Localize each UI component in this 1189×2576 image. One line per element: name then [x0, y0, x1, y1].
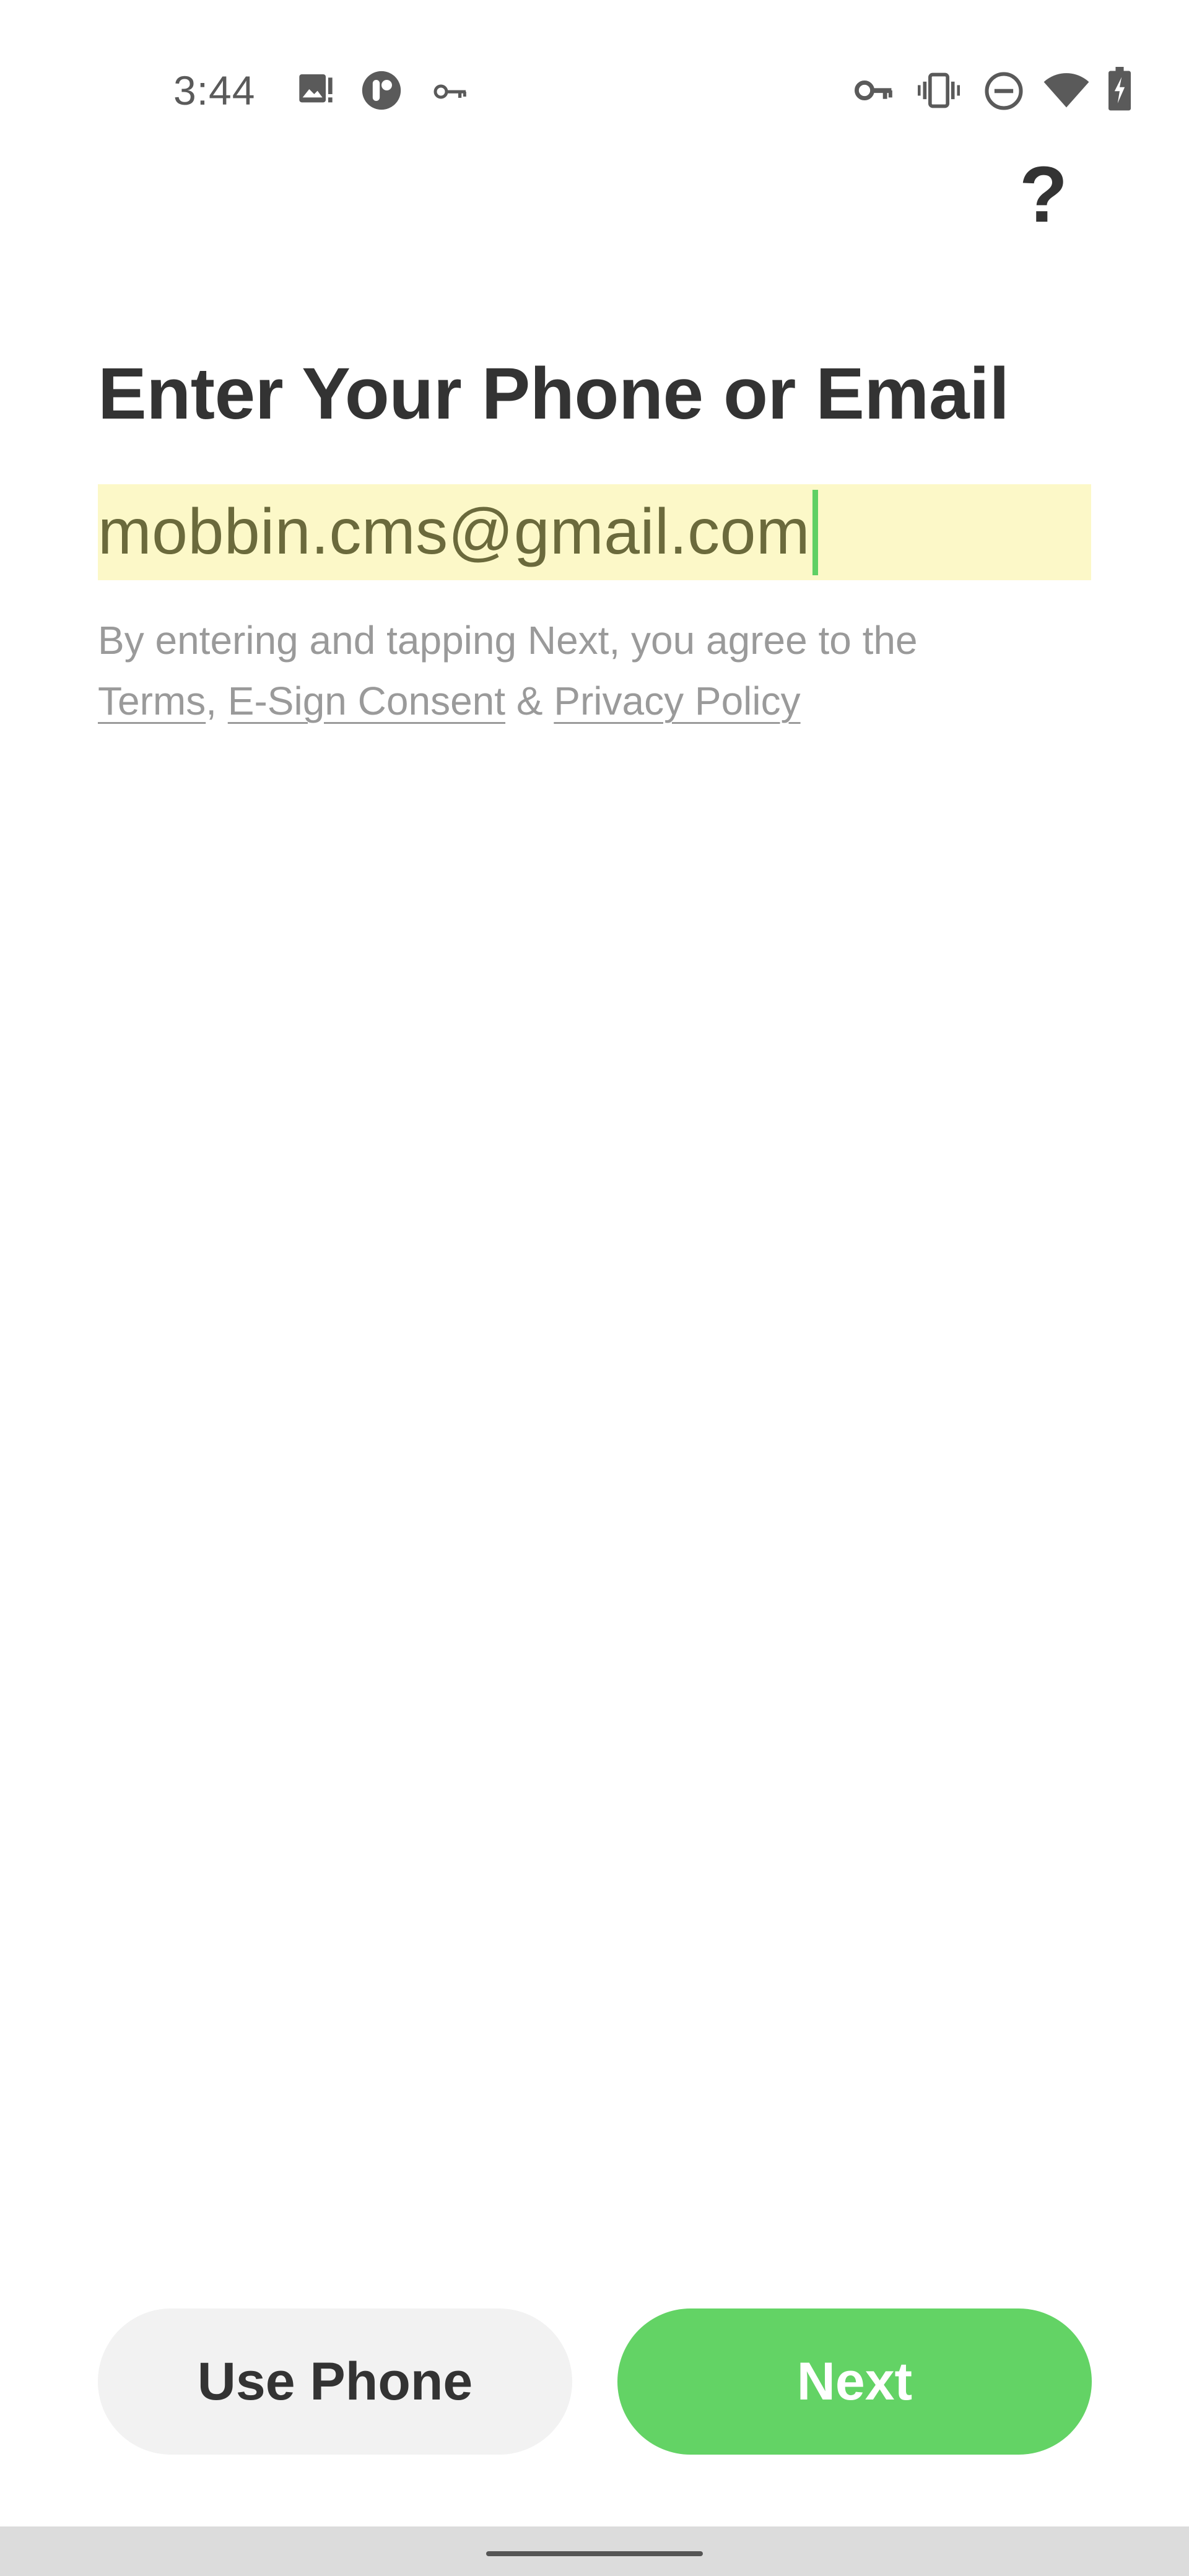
do-not-disturb-icon — [983, 71, 1024, 114]
privacy-policy-link[interactable]: Privacy Policy — [554, 679, 800, 723]
status-time: 3:44 — [173, 67, 256, 113]
terms-link[interactable]: Terms — [98, 679, 206, 723]
key-icon — [433, 80, 468, 124]
vpn-key-icon — [855, 76, 894, 119]
home-gesture-handle[interactable] — [486, 2551, 703, 2556]
app-circle-icon — [360, 69, 403, 113]
image-alert-icon — [296, 69, 336, 113]
wifi-icon — [1043, 69, 1090, 113]
navigation-bar — [0, 2526, 1189, 2576]
help-button[interactable]: ? — [1016, 155, 1071, 235]
legal-comma: , — [206, 679, 217, 723]
battery-charging-icon — [1107, 67, 1132, 111]
status-bar: 3:44 — [0, 0, 1189, 180]
text-cursor — [812, 489, 819, 575]
use-phone-button[interactable]: Use Phone — [98, 2308, 572, 2455]
next-button[interactable]: Next — [617, 2308, 1092, 2455]
email-field[interactable]: mobbin.cms@gmail.com — [98, 484, 1091, 580]
legal-ampersand: & — [516, 679, 543, 723]
legal-text: By entering and tapping Next, you agree … — [98, 610, 1101, 731]
email-field-value: mobbin.cms@gmail.com — [98, 496, 811, 568]
screen: 3:44 ? Enter Your Phone or Email mobbin.… — [0, 0, 1189, 2576]
legal-prefix: By entering and tapping Next, you agree … — [98, 618, 918, 663]
esign-consent-link[interactable]: E-Sign Consent — [228, 679, 505, 723]
page-title: Enter Your Phone or Email — [98, 353, 1009, 435]
vibrate-icon — [917, 69, 961, 113]
